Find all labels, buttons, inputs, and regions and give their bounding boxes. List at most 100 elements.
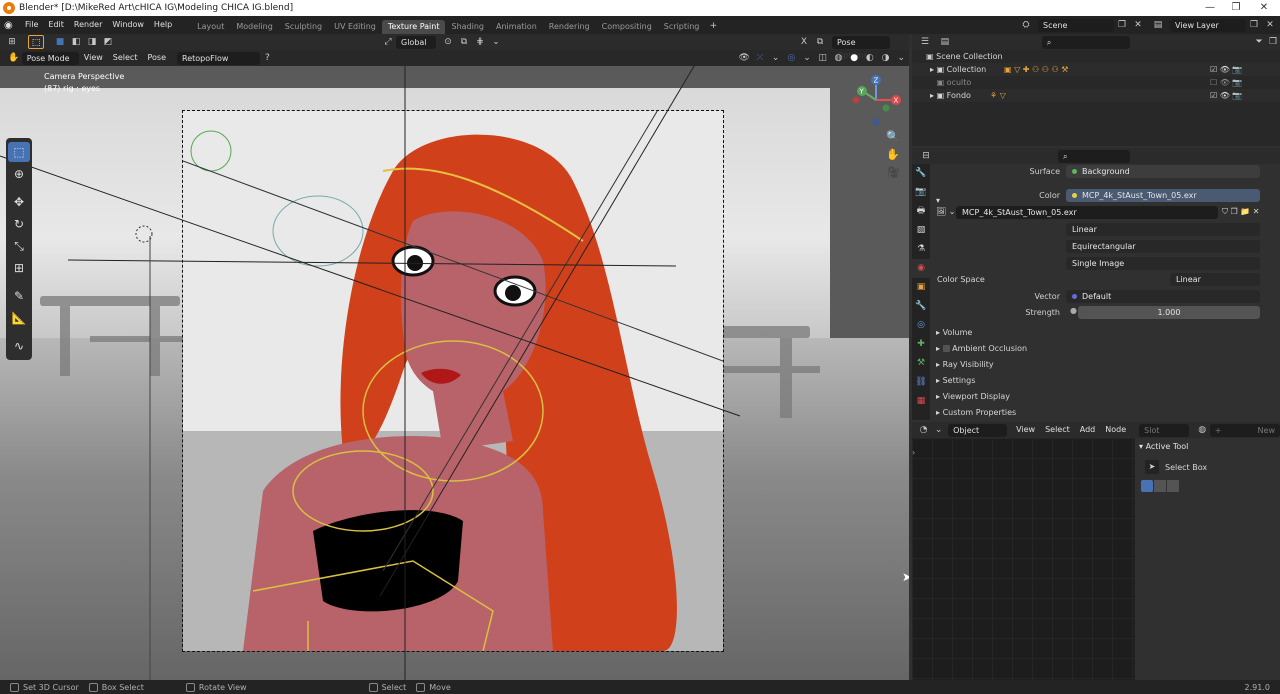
3d-viewport[interactable]: Camera Perspective (87) rig : eyes ⬚ ⊕ ✥…	[0, 66, 909, 680]
outliner-row-fondo[interactable]: ▸ ▣ Fondo ⚘ ▽ ☑ 👁 📷	[912, 89, 1280, 102]
outliner-search-input[interactable]: ⌕	[1041, 35, 1131, 49]
tab-layout[interactable]: Layout	[191, 20, 230, 34]
panel-ray-visibility[interactable]: ▸ Ray Visibility	[936, 357, 994, 372]
node-menu-node[interactable]: Node	[1100, 422, 1131, 438]
rotate-tool-icon[interactable]: ↻	[8, 214, 30, 234]
properties-editor-type-icon[interactable]: ⊟	[918, 149, 934, 163]
select-mode-new-icon[interactable]: ■	[52, 35, 68, 49]
snap-icon[interactable]: ⧉	[456, 35, 472, 49]
interpolation-dropdown[interactable]: Linear	[1066, 223, 1260, 236]
new-material-button[interactable]: + New	[1209, 423, 1280, 437]
slot-dropdown[interactable]: Slot	[1139, 423, 1189, 437]
new-collection-icon[interactable]: ❐	[1266, 35, 1280, 49]
scene-collection-row[interactable]: ▣ Scene Collection	[912, 50, 1280, 63]
view-layer-tab-icon[interactable]: ▧	[912, 221, 930, 240]
maximize-button[interactable]: ❐	[1222, 0, 1250, 16]
annotate-tool-icon[interactable]: ✎	[8, 286, 30, 306]
outliner-row-oculto[interactable]: ▸ ▣ oculto ☐ 👁 📷	[912, 76, 1280, 89]
mode-extend-icon[interactable]	[1154, 480, 1166, 492]
visibility-icons[interactable]: ☑ 👁 📷	[1210, 89, 1242, 102]
surface-field[interactable]: Background	[1066, 165, 1260, 178]
render-tab-icon[interactable]: 📷	[912, 183, 930, 202]
transform-tool-icon[interactable]: ⊞	[8, 258, 30, 278]
tab-sculpting[interactable]: Sculpting	[279, 20, 328, 34]
pose-options-dropdown[interactable]: Pose Options	[832, 35, 890, 60]
image-browse-icon[interactable]: 🖼 ⌄	[936, 207, 955, 216]
output-tab-icon[interactable]: 🖶	[912, 202, 930, 221]
editor-type-icon[interactable]: ⊞	[4, 35, 20, 49]
node-menu-select[interactable]: Select	[1040, 422, 1075, 438]
node-editor-type-icon[interactable]: ◔	[916, 423, 931, 437]
zoom-icon[interactable]: 🔍	[884, 128, 902, 146]
menu-view[interactable]: View	[79, 50, 108, 66]
active-tool-row[interactable]: ➤ Select Box	[1145, 460, 1207, 474]
select-box-tool-icon[interactable]: ⬚	[8, 142, 30, 162]
constraint-tab-icon[interactable]: ⛓	[912, 373, 930, 392]
panel-ambient-occlusion[interactable]: ▸ Ambient Occlusion	[936, 341, 1027, 356]
material-browse-icon[interactable]: ◍	[1195, 423, 1210, 437]
menu-help[interactable]: Help	[149, 16, 177, 34]
overlay-dropdown-icon[interactable]: ⌄	[799, 51, 815, 65]
bone-relax-tool-icon[interactable]: ∿	[8, 336, 30, 356]
display-mode-icon[interactable]: ▤	[938, 35, 952, 49]
scale-tool-icon[interactable]: ⤡	[8, 236, 30, 256]
gizmo-dropdown-icon[interactable]: ⌄	[768, 51, 784, 65]
image-source-dropdown[interactable]: Single Image	[1066, 257, 1260, 270]
object-tab-icon[interactable]: ▣	[912, 278, 930, 297]
mode-subtract-icon[interactable]	[1167, 480, 1179, 492]
menu-select[interactable]: Select	[108, 50, 143, 66]
view-layer-field[interactable]: View Layer	[1170, 18, 1246, 32]
projection-dropdown[interactable]: Equirectangular	[1066, 240, 1260, 253]
panel-volume[interactable]: ▸ Volume	[936, 325, 972, 340]
vector-field[interactable]: Default	[1066, 290, 1260, 303]
node-menu-add[interactable]: Add	[1075, 422, 1101, 438]
color-field[interactable]: MCP_4k_StAust_Town_05.exr	[1066, 189, 1260, 202]
physics-tab-icon[interactable]: ◎	[912, 316, 930, 335]
select-mode-invert-icon[interactable]: ◩	[100, 35, 116, 49]
xray-toggle-icon[interactable]: ◫	[815, 51, 831, 65]
active-tool-panel-header[interactable]: ▾ Active Tool	[1139, 442, 1188, 451]
menu-window[interactable]: Window	[107, 16, 149, 34]
snap-target-icon[interactable]: ⋕	[472, 35, 488, 49]
panel-settings[interactable]: ▸ Settings	[936, 373, 975, 388]
mirror-x-icon[interactable]: X	[796, 35, 812, 49]
world-tab-icon[interactable]: ◉	[912, 259, 930, 278]
visibility-icons[interactable]: ☐ 👁 📷	[1210, 76, 1242, 89]
view-layer-icon[interactable]: ▤	[1150, 18, 1166, 32]
scene-tab-icon[interactable]: ⚗	[912, 240, 930, 259]
mode-dropdown[interactable]: Pose Mode	[21, 51, 79, 65]
transform-orientation-dropdown[interactable]: Global	[396, 35, 436, 49]
tab-modeling[interactable]: Modeling	[230, 20, 278, 34]
shading-dropdown-icon[interactable]: ⌄	[893, 51, 909, 65]
strength-slider[interactable]: 1.000	[1078, 306, 1260, 319]
retopoflow-menu[interactable]: RetopoFlow 3.0.0β2	[177, 51, 260, 76]
gizmo-toggle-icon[interactable]: ⤫	[752, 51, 768, 65]
proportional-edit-icon[interactable]: ⌄	[488, 35, 504, 49]
visibility-icons[interactable]: ☑ 👁 📷	[1210, 63, 1242, 76]
tab-compositing[interactable]: Compositing	[596, 20, 658, 34]
select-mode-subtract-icon[interactable]: ◨	[84, 35, 100, 49]
tool-tab-icon[interactable]: 🔧	[912, 164, 930, 183]
shader-type-icon[interactable]: ⌄	[931, 423, 946, 437]
overlay-toggle-icon[interactable]: ◎	[783, 51, 799, 65]
panel-viewport-display[interactable]: ▸ Viewport Display	[936, 389, 1010, 404]
close-button[interactable]: ✕	[1250, 0, 1278, 16]
tab-uv-editing[interactable]: UV Editing	[328, 20, 382, 34]
image-name-field[interactable]: MCP_4k_StAust_Town_05.exr	[956, 206, 1218, 219]
image-action-icons[interactable]: ⛉ ❐ 📁 ✕	[1222, 207, 1259, 217]
tab-shading[interactable]: Shading	[445, 20, 490, 34]
delete-view-layer-icon[interactable]: ✕	[1262, 18, 1278, 32]
outliner-editor-type-icon[interactable]: ☰	[918, 35, 932, 49]
object-data-tab-icon[interactable]: ✚	[912, 335, 930, 354]
blender-menu-icon[interactable]: ◉	[4, 20, 20, 31]
lock-icon[interactable]: ⧉	[812, 35, 828, 49]
move-tool-icon[interactable]: ✥	[8, 192, 30, 212]
panel-custom-properties[interactable]: ▸ Custom Properties	[936, 405, 1016, 420]
node-editor-canvas[interactable]: ›	[912, 438, 1134, 680]
scene-icon[interactable]: ⛭	[1018, 18, 1034, 32]
menu-edit[interactable]: Edit	[43, 16, 69, 34]
toolbar-expand-icon[interactable]: ›	[912, 448, 915, 457]
menu-render[interactable]: Render	[69, 16, 107, 34]
filter-icon[interactable]: ⏷	[1252, 35, 1266, 49]
ao-checkbox[interactable]	[942, 345, 950, 352]
